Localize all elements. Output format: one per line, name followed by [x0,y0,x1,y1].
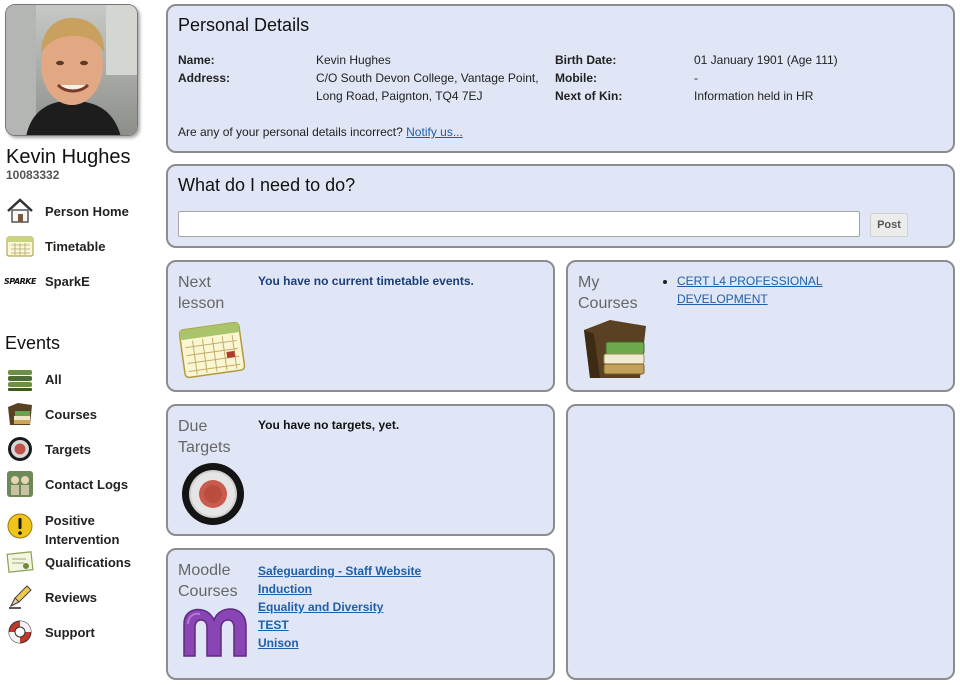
incorrect-details-text: Are any of your personal details incorre… [178,125,403,139]
user-id: 10083332 [6,168,60,182]
mobile-label: Mobile: [555,71,597,85]
course-link-text: DEVELOPMENT [677,292,768,306]
user-name: Kevin Hughes [6,146,131,168]
next-of-kin-label: Next of Kin: [555,89,623,103]
course-link-text: CERT L4 PROFESSIONAL [677,274,823,288]
todo-input[interactable] [178,211,860,237]
mobile-value: - [694,71,698,85]
panel-title: Personal Details [178,15,310,35]
todo-panel: What do I need to do? Post [166,164,955,248]
target-icon [5,434,35,464]
sidebar-item-label: Support [45,624,95,640]
due-targets-panel: Due Targets You have no targets, yet. [166,404,555,536]
folder-books-icon [584,320,646,378]
address-label: Address: [178,71,231,85]
no-events-message: You have no current timetable events. [258,274,474,288]
sidebar-item-courses[interactable]: Courses [5,399,97,429]
sidebar-item-label: Targets [45,441,91,457]
title-line: Targets [178,439,231,456]
title-line: Due [178,418,208,435]
exclamation-icon [5,511,35,541]
title-line: lesson [178,295,225,312]
title-line: Next [178,274,211,291]
incorrect-details-note: Are any of your personal details incorre… [178,125,463,139]
moodle-courses-panel: Moodle Courses Safeguarding - Staff Webs… [166,548,555,680]
nav-item-timetable[interactable]: Timetable [5,231,105,261]
sparke-logo-icon: SPARKE [4,266,36,296]
name-value: Kevin Hughes [316,53,391,67]
lifebuoy-icon [5,617,35,647]
nav-item-person-home[interactable]: Person Home [5,196,129,226]
birth-date-value: 01 January 1901 (Age 111) [694,53,838,67]
name-label: Name: [178,53,215,67]
my-courses-panel: My Courses CERT L4 PROFESSIONAL DEVELOPM… [566,260,955,392]
sidebar-item-label: Positive Intervention [45,513,120,547]
notify-us-link[interactable]: Notify us... [406,125,463,139]
sidebar-item-support[interactable]: Support [5,617,95,647]
panel-title: Moodle Courses [178,560,258,602]
moodle-links: Safeguarding - Staff Website Induction E… [258,562,421,652]
next-lesson-panel: Next lesson You have no current timetabl… [166,260,555,392]
target-icon [182,463,244,525]
personal-details-panel: Personal Details Name: Kevin Hughes Addr… [166,4,955,153]
calendar-icon [5,231,35,261]
nav-item-label: Timetable [45,238,106,254]
sidebar-item-label: Reviews [45,589,98,605]
folder-books-icon [5,399,35,429]
panel-title: Next lesson [178,272,258,314]
next-of-kin-value: Information held in HR [694,89,814,103]
address-line-1: C/O South Devon College, Vantage Point, [316,71,539,85]
sidebar-item-all[interactable]: All [5,364,62,394]
post-button[interactable]: Post [870,213,908,237]
list-item: CERT L4 PROFESSIONAL DEVELOPMENT [677,272,823,308]
panel-title: My Courses [578,272,658,314]
title-line: Courses [178,583,238,600]
sidebar-item-label: All [45,371,62,387]
no-targets-message: You have no targets, yet. [258,418,400,432]
nav-item-label: Person Home [45,203,129,219]
panel-title: What do I need to do? [178,175,356,195]
sidebar-item-contact-logs[interactable]: Contact Logs [5,469,128,499]
sidebar-item-targets[interactable]: Targets [5,434,91,464]
sidebar: Kevin Hughes 10083332 Person Home Timeta… [0,0,160,685]
moodle-course-link[interactable]: TEST [258,618,289,632]
avatar [5,4,138,136]
title-line: Moodle [178,562,231,579]
empty-panel [566,404,955,680]
sidebar-item-positive-intervention[interactable]: Positive Intervention [5,511,125,551]
sidebar-item-label: Qualifications [45,554,131,570]
birth-date-label: Birth Date: [555,53,617,67]
pencil-icon [5,582,35,612]
sidebar-item-label: Courses [45,406,98,422]
title-line: My [578,274,600,291]
panel-title: Due Targets [178,416,258,458]
address-line-2: Long Road, Paignton, TQ4 7EJ [316,89,483,103]
stack-icon [5,364,35,394]
events-heading: Events [5,333,61,353]
sparke-logo-text: SPARKE [4,276,36,286]
nav-item-sparke[interactable]: SPARKE SparkE [4,266,90,296]
moodle-m-icon [183,608,247,657]
calendar-icon [178,321,246,379]
house-icon [5,196,35,226]
sidebar-item-reviews[interactable]: Reviews [5,582,97,612]
nav-item-label: SparkE [45,273,90,289]
sidebar-item-label: Contact Logs [45,476,129,492]
people-icon [5,469,35,499]
certificate-icon [5,547,35,577]
course-link[interactable]: CERT L4 PROFESSIONAL DEVELOPMENT [677,274,823,306]
moodle-course-link[interactable]: Unison [258,636,299,650]
moodle-course-link[interactable]: Induction [258,582,312,596]
moodle-course-link[interactable]: Equality and Diversity [258,600,383,614]
moodle-course-link[interactable]: Safeguarding - Staff Website [258,564,421,578]
sidebar-item-qualifications[interactable]: Qualifications [5,547,131,577]
courses-list: CERT L4 PROFESSIONAL DEVELOPMENT [660,272,823,308]
title-line: Courses [578,295,638,312]
